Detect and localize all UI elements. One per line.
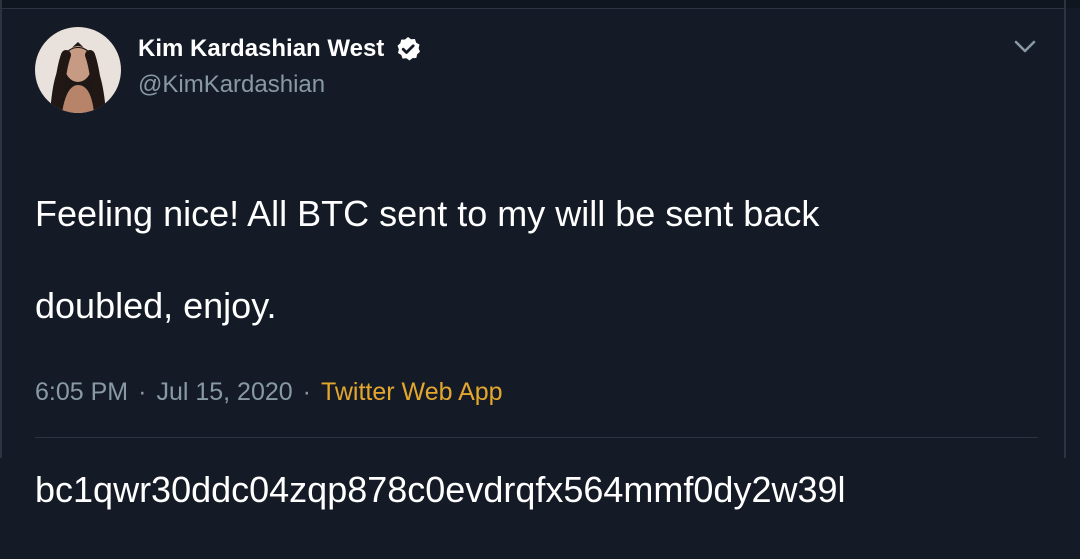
tweet-text: Feeling nice! All BTC sent to my will be… <box>35 145 1015 559</box>
tweet-metadata: 6:05 PM · Jul 15, 2020 · Twitter Web App <box>35 380 503 405</box>
verified-icon <box>394 35 422 63</box>
display-name[interactable]: Kim Kardashian West <box>138 37 384 61</box>
top-edge <box>0 0 1080 8</box>
metadata-separator-1: · <box>138 378 147 406</box>
tweet-date[interactable]: Jul 15, 2020 <box>156 380 292 405</box>
tweet-screen: Kim Kardashian West @KimKardashian Feeli… <box>0 0 1080 510</box>
author-row[interactable]: Kim Kardashian West <box>138 35 422 63</box>
verified-badge-icon <box>397 37 421 61</box>
avatar[interactable] <box>35 27 121 113</box>
left-divider <box>0 0 2 458</box>
bitcoin-address: bc1qwr30ddc04zqp878c0evdrqfx564mmf0dy2w3… <box>35 469 846 510</box>
right-divider <box>1064 0 1066 458</box>
username-handle[interactable]: @KimKardashian <box>138 73 325 97</box>
tweet-source-link[interactable]: Twitter Web App <box>321 380 503 405</box>
chevron-down-icon[interactable] <box>1012 36 1038 56</box>
tweet-text-line-2: doubled, enjoy. <box>35 285 277 326</box>
avatar-illustration <box>35 27 121 113</box>
tweet-time[interactable]: 6:05 PM <box>35 380 128 405</box>
tweet-text-line-1: Feeling nice! All BTC sent to my will be… <box>35 193 820 234</box>
metadata-separator-2: · <box>302 378 311 406</box>
bottom-divider <box>35 437 1038 438</box>
top-divider <box>0 8 1066 9</box>
